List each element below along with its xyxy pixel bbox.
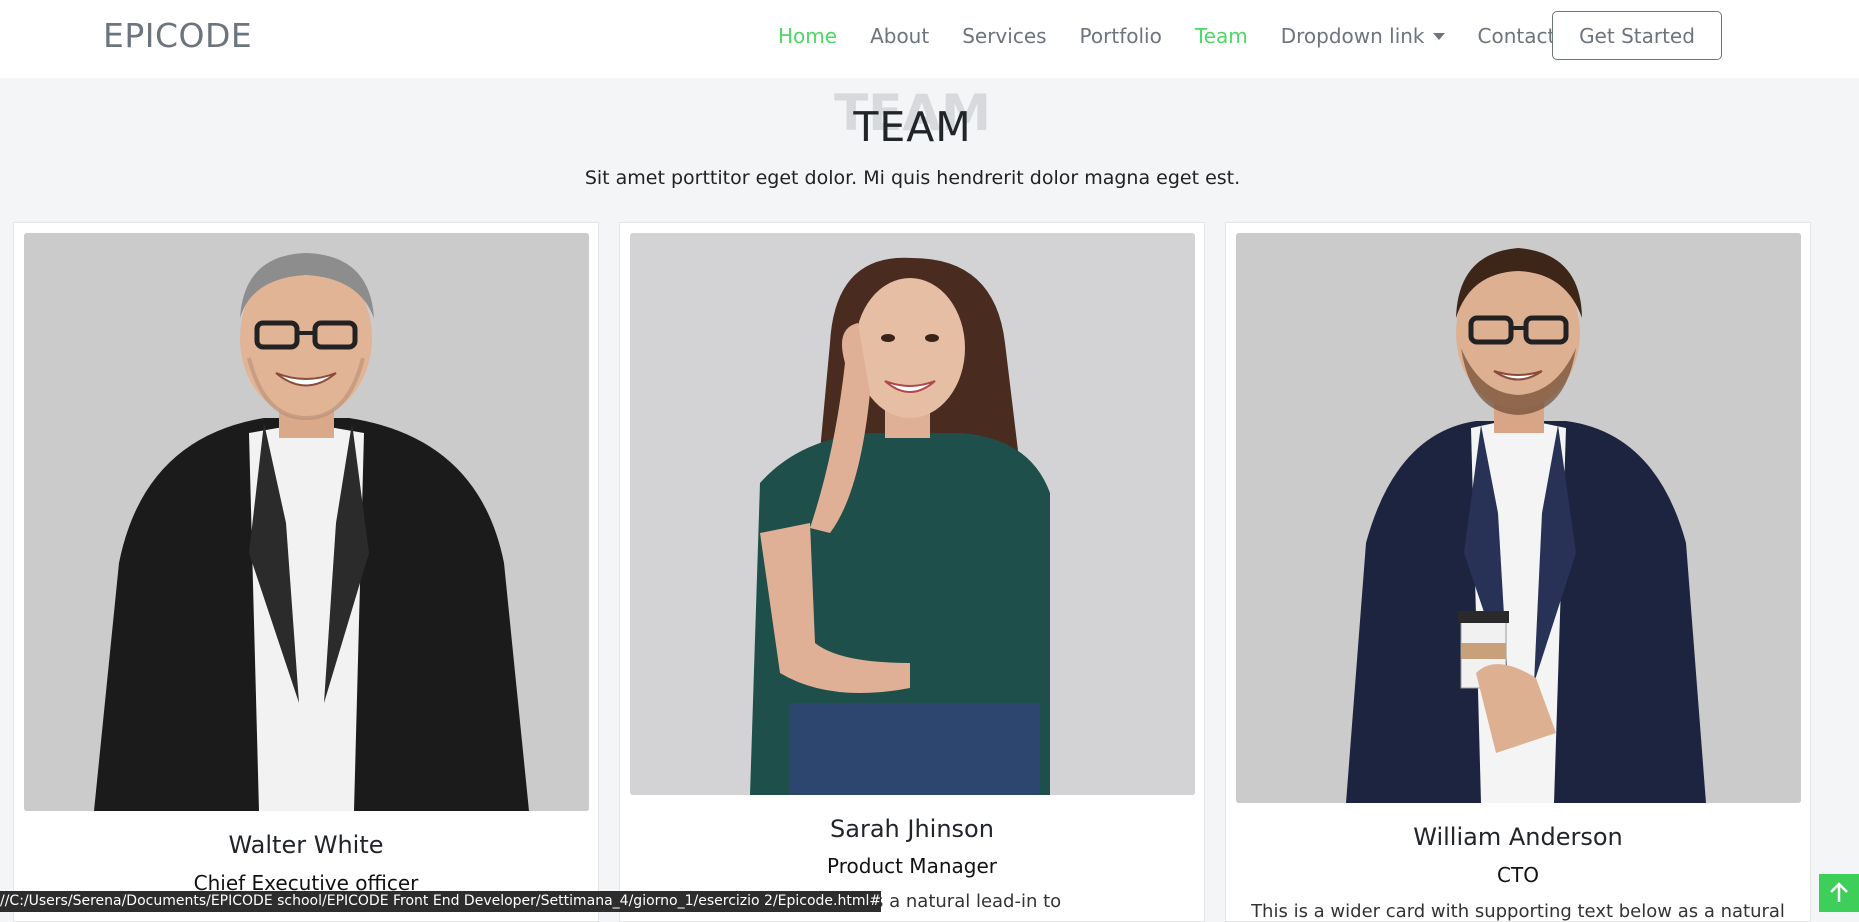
team-member-photo xyxy=(1236,233,1801,803)
nav-link-label: Home xyxy=(778,24,838,48)
brand-logo[interactable]: EPICODE xyxy=(103,16,252,55)
nav-link-services[interactable]: Services xyxy=(962,24,1046,48)
section-title: TEAM xyxy=(853,103,972,151)
nav-link-label: Dropdown link xyxy=(1280,24,1425,48)
team-member-photo xyxy=(630,233,1195,795)
get-started-button[interactable]: Get Started xyxy=(1552,11,1722,60)
nav-link-label: Team xyxy=(1194,24,1248,48)
nav-link-about[interactable]: About xyxy=(870,24,929,48)
browser-status-bar: //C:/Users/Serena/Documents/EPICODE scho… xyxy=(0,891,881,912)
nav-menu: Home About Services Portfolio Team Dropd… xyxy=(778,0,1588,72)
team-card-william: William Anderson CTO This is a wider car… xyxy=(1225,222,1811,922)
caret-down-icon xyxy=(1432,32,1445,40)
team-member-name: William Anderson xyxy=(1413,823,1623,851)
nav-link-label: Portfolio xyxy=(1079,24,1162,48)
nav-link-team[interactable]: Team xyxy=(1195,24,1248,48)
back-to-top-button[interactable] xyxy=(1819,874,1859,912)
nav-link-label: Services xyxy=(962,24,1047,48)
navbar: EPICODE Home About Services Portfolio Te… xyxy=(0,0,1859,78)
arrow-up-icon xyxy=(1830,882,1848,902)
nav-link-portfolio[interactable]: Portfolio xyxy=(1080,24,1162,48)
team-member-name: Sarah Jhinson xyxy=(830,815,994,843)
nav-link-label: Contact xyxy=(1477,24,1556,48)
team-card-walter: Walter White Chief Executive officer xyxy=(13,222,599,922)
team-member-role: Product Manager xyxy=(827,854,997,878)
team-member-role: CTO xyxy=(1497,863,1539,887)
nav-dropdown-toggle[interactable]: Dropdown link xyxy=(1281,24,1445,48)
nav-link-home[interactable]: Home xyxy=(778,24,837,48)
team-member-photo xyxy=(24,233,589,811)
nav-link-label: About xyxy=(870,24,930,48)
team-card-sarah: Sarah Jhinson Product Manager text below… xyxy=(619,222,1205,922)
nav-link-contact[interactable]: Contact xyxy=(1478,24,1556,48)
team-member-name: Walter White xyxy=(228,831,384,859)
section-subtitle: Sit amet porttitor eget dolor. Mi quis h… xyxy=(584,167,1241,189)
